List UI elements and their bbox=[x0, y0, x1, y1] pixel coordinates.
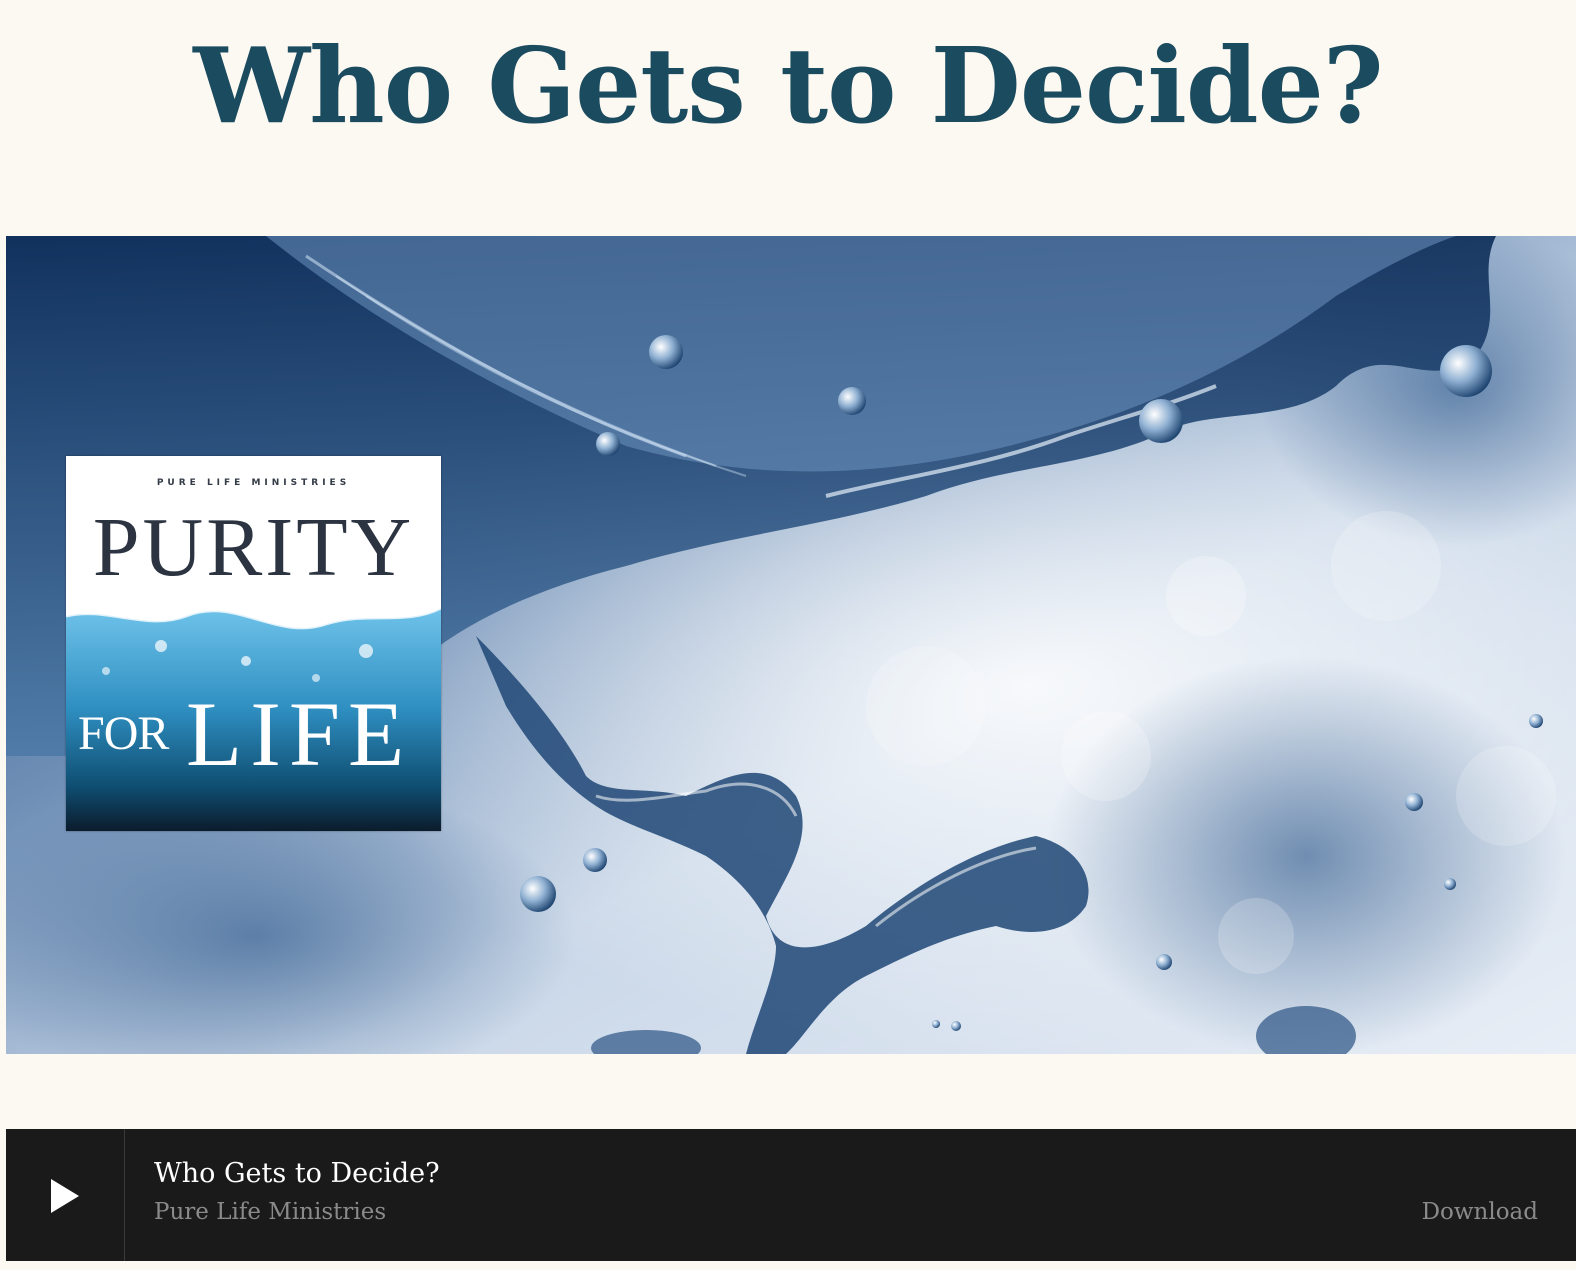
cover-title-life: LIFE bbox=[186, 683, 413, 785]
play-icon bbox=[51, 1179, 79, 1213]
audio-player: Who Gets to Decide? Pure Life Ministries… bbox=[6, 1129, 1576, 1261]
download-link[interactable]: Download bbox=[1422, 1197, 1538, 1227]
cover-org-name: PURE LIFE MINISTRIES bbox=[156, 478, 351, 488]
track-artist: Pure Life Ministries bbox=[154, 1199, 387, 1225]
album-cover: PURE LIFE MINISTRIES PURITY FOR LIFE bbox=[66, 456, 441, 831]
hero-image: PURE LIFE MINISTRIES PURITY FOR LIFE bbox=[6, 236, 1576, 1054]
play-button[interactable] bbox=[6, 1129, 125, 1261]
cover-title-for: FOR bbox=[78, 707, 169, 760]
track-title: Who Gets to Decide? bbox=[154, 1158, 440, 1189]
cover-title-purity: PURITY bbox=[92, 501, 415, 594]
page: Who Gets to Decide? PURE LIFE MINISTRIES… bbox=[0, 0, 1576, 1270]
page-title: Who Gets to Decide? bbox=[193, 24, 1383, 147]
